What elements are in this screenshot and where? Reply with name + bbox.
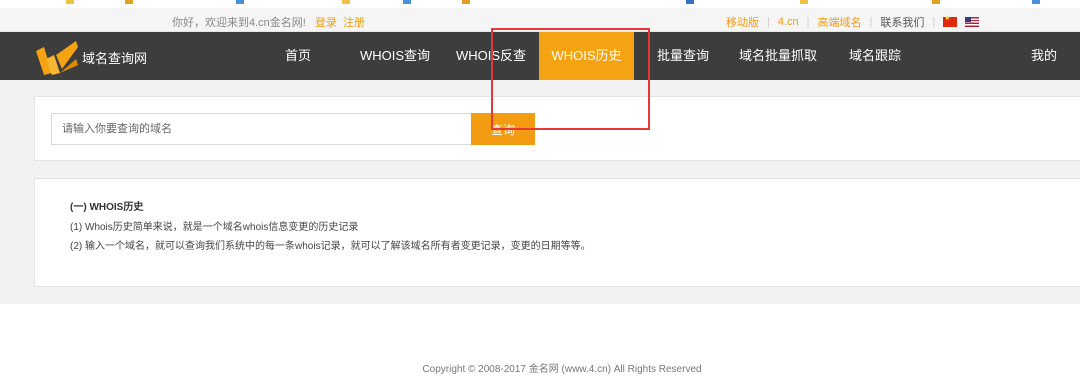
footer-copyright: Copyright © 2008-2017 金名网 (www.4.cn) All… [422,364,702,375]
register-link[interactable]: 注册 [343,17,365,29]
utility-bar: 你好，欢迎来到4.cn金名网! 登录 注册 移动版 | 4.cn | 高端域名 … [0,8,1080,32]
bookmark-fragment [236,0,244,4]
bookmark-fragment [686,0,694,4]
site-logo-icon[interactable] [34,39,78,75]
nav-whois-reverse[interactable]: WHOIS反查 [452,32,530,80]
bookmark-fragment [66,0,74,4]
nav-batch-query[interactable]: 批量查询 [652,32,714,80]
nav-home[interactable]: 首页 [276,32,320,80]
utility-links: 移动版 | 4.cn | 高端域名 | 联系我们 | [726,14,980,30]
welcome-greeting: 你好，欢迎来到4.cn金名网! 登录 注册 [172,14,365,30]
bookmark-fragment [125,0,133,4]
divider: | [806,16,810,28]
info-line: (1) Whois历史简单来说，就是一个域名whois信息变更的历史记录 [70,222,359,233]
main-navbar: 域名查询网 首页 WHOIS查询 WHOIS反查 WHOIS历史 批量查询 域名… [0,32,1080,80]
china-flag-icon[interactable] [943,14,958,27]
mobile-version-link[interactable]: 移动版 [726,14,759,30]
us-flag-icon[interactable] [965,17,980,27]
nav-mine[interactable]: 我的 [1024,32,1064,80]
nav-domain-batch-fetch[interactable]: 域名批量抓取 [736,32,820,80]
4cn-link[interactable]: 4.cn [778,16,799,28]
contact-us-link[interactable]: 联系我们 [880,14,924,30]
login-link[interactable]: 登录 [315,17,337,29]
divider: | [767,16,770,28]
bookmark-fragment [342,0,350,4]
bookmark-fragment [462,0,470,4]
bookmark-fragment [1032,0,1040,4]
divider: | [932,16,936,28]
bookmark-fragment [403,0,411,4]
nav-whois-history[interactable]: WHOIS历史 [539,32,634,80]
site-name[interactable]: 域名查询网 [82,48,147,67]
search-button[interactable]: 查询 [471,113,535,145]
info-line: (2) 输入一个域名，就可以查询我们系统中的每一条whois记录，就可以了解该域… [70,241,591,252]
info-title: (一) WHOIS历史 [70,202,144,213]
bookmark-fragment [932,0,940,4]
nav-whois-lookup[interactable]: WHOIS查询 [355,32,435,80]
domain-search-input[interactable] [51,113,472,145]
nav-domain-tracking[interactable]: 域名跟踪 [844,32,906,80]
greeting-text: 你好，欢迎来到4.cn金名网! [172,17,306,29]
divider: | [869,16,873,28]
premium-domain-link[interactable]: 高端域名 [818,14,862,30]
browser-bookmark-strip [0,0,1080,8]
bookmark-fragment [800,0,808,4]
